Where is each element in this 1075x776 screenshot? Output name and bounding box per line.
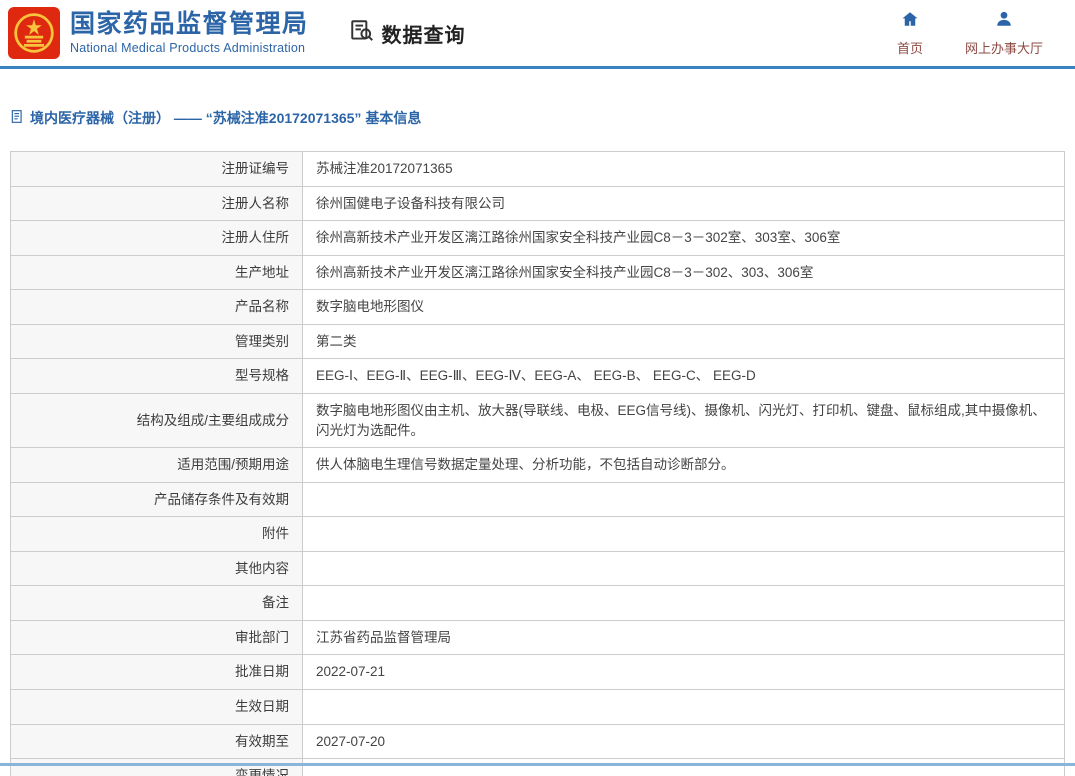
header-divider bbox=[0, 66, 1075, 69]
table-row: 附件 bbox=[10, 516, 1065, 552]
row-value: 江苏省药品监督管理局 bbox=[302, 619, 1065, 656]
table-row: 产品名称 数字脑电地形图仪 bbox=[10, 289, 1065, 325]
breadcrumb: 境内医疗器械（注册） —— “苏械注准20172071365” 基本信息 bbox=[10, 108, 1075, 128]
row-label: 适用范围/预期用途 bbox=[10, 447, 303, 483]
nmpa-emblem bbox=[8, 7, 60, 59]
row-value: 第二类 bbox=[302, 323, 1065, 360]
breadcrumb-text: 境内医疗器械（注册） —— “苏械注准20172071365” 基本信息 bbox=[30, 110, 422, 126]
table-row: 管理类别 第二类 bbox=[10, 323, 1065, 360]
org-name-cn: 国家药品监督管理局 bbox=[70, 9, 309, 38]
row-value: 2027-07-20 bbox=[302, 723, 1065, 760]
row-label: 附件 bbox=[10, 516, 303, 552]
table-row: 注册证编号 苏械注准20172071365 bbox=[10, 151, 1065, 187]
nav-home[interactable]: 首页 bbox=[897, 10, 923, 57]
table-row: 有效期至 2027-07-20 bbox=[10, 723, 1065, 760]
row-label: 备注 bbox=[10, 585, 303, 621]
document-icon bbox=[10, 109, 24, 127]
brand: 国家药品监督管理局 National Medical Products Admi… bbox=[8, 7, 309, 59]
row-label: 型号规格 bbox=[10, 358, 303, 394]
row-value bbox=[302, 550, 1065, 587]
doc-search-icon bbox=[349, 18, 375, 49]
row-value bbox=[302, 585, 1065, 621]
row-label: 注册证编号 bbox=[10, 151, 303, 187]
row-value: 供人体脑电生理信号数据定量处理、分析功能，不包括自动诊断部分。 bbox=[302, 447, 1065, 483]
table-row: 备注 bbox=[10, 585, 1065, 621]
row-label: 注册人住所 bbox=[10, 220, 303, 256]
info-table-body: 注册证编号 苏械注准20172071365 注册人名称 徐州国健电子设备科技有限公司注… bbox=[10, 151, 1065, 776]
table-row: 注册人名称 徐州国健电子设备科技有限公司 bbox=[10, 185, 1065, 222]
row-value: 徐州国健电子设备科技有限公司 bbox=[302, 185, 1065, 222]
table-row: 审批部门 江苏省药品监督管理局 bbox=[10, 619, 1065, 656]
table-row: 型号规格 EEG-Ⅰ、EEG-Ⅱ、EEG-Ⅲ、EEG-Ⅳ、EEG-A、 EEG-B… bbox=[10, 358, 1065, 394]
row-label: 变更情况 bbox=[10, 758, 303, 776]
row-value: 苏械注准20172071365 bbox=[302, 151, 1065, 187]
row-label: 有效期至 bbox=[10, 723, 303, 760]
row-value bbox=[302, 516, 1065, 552]
brand-text: 国家药品监督管理局 National Medical Products Admi… bbox=[70, 9, 309, 56]
table-row: 变更情况 bbox=[10, 758, 1065, 776]
row-value: 徐州高新技术产业开发区漓江路徐州国家安全科技产业园C8－3－302室、303室、… bbox=[302, 220, 1065, 256]
table-row: 批准日期 2022-07-21 bbox=[10, 654, 1065, 690]
table-row: 适用范围/预期用途 供人体脑电生理信号数据定量处理、分析功能，不包括自动诊断部分。 bbox=[10, 447, 1065, 483]
home-icon bbox=[901, 10, 919, 33]
row-value: 2022-07-21 bbox=[302, 654, 1065, 690]
section-title: 数据查询 bbox=[381, 24, 466, 47]
row-label: 生产地址 bbox=[10, 254, 303, 291]
user-icon bbox=[995, 10, 1013, 33]
row-value bbox=[302, 689, 1065, 725]
info-table: 注册证编号 苏械注准20172071365 注册人名称 徐州国健电子设备科技有限公司注… bbox=[10, 151, 1065, 776]
table-row: 生产地址 徐州高新技术产业开发区漓江路徐州国家安全科技产业园C8－3－302、30… bbox=[10, 254, 1065, 291]
row-value bbox=[302, 758, 1065, 776]
page: 国家药品监督管理局 National Medical Products Admi… bbox=[0, 0, 1075, 776]
row-value: 数字脑电地形图仪 bbox=[302, 289, 1065, 325]
row-label: 注册人名称 bbox=[10, 185, 303, 222]
nav-home-label: 首页 bbox=[896, 40, 923, 56]
nav-online-hall[interactable]: 网上办事大厅 bbox=[965, 10, 1043, 57]
row-value: 数字脑电地形图仪由主机、放大器(导联线、电极、EEG信号线)、摄像机、闪光灯、打… bbox=[302, 392, 1065, 449]
row-value: EEG-Ⅰ、EEG-Ⅱ、EEG-Ⅲ、EEG-Ⅳ、EEG-A、 EEG-B、 EE… bbox=[302, 358, 1065, 394]
top-nav: 首页 网上办事大厅 bbox=[897, 10, 1057, 57]
row-value: 徐州高新技术产业开发区漓江路徐州国家安全科技产业园C8－3－302、303、30… bbox=[302, 254, 1065, 291]
footer-divider bbox=[0, 763, 1075, 766]
row-label: 批准日期 bbox=[10, 654, 303, 690]
nav-online-hall-label: 网上办事大厅 bbox=[964, 40, 1043, 56]
table-row: 生效日期 bbox=[10, 689, 1065, 725]
row-label: 结构及组成/主要组成成分 bbox=[10, 392, 303, 449]
row-label: 管理类别 bbox=[10, 323, 303, 360]
org-name-en: National Medical Products Administration bbox=[70, 41, 306, 56]
table-row: 产品储存条件及有效期 bbox=[10, 481, 1065, 518]
table-row: 其他内容 bbox=[10, 550, 1065, 587]
row-label: 审批部门 bbox=[10, 619, 303, 656]
section-data-query: 数据查询 bbox=[349, 18, 466, 49]
row-label: 产品名称 bbox=[10, 289, 303, 325]
site-header: 国家药品监督管理局 National Medical Products Admi… bbox=[0, 0, 1075, 66]
row-label: 产品储存条件及有效期 bbox=[10, 481, 303, 518]
table-row: 结构及组成/主要组成成分 数字脑电地形图仪由主机、放大器(导联线、电极、EEG信号… bbox=[10, 392, 1065, 449]
row-label: 其他内容 bbox=[10, 550, 303, 587]
row-label: 生效日期 bbox=[10, 689, 303, 725]
table-row: 注册人住所 徐州高新技术产业开发区漓江路徐州国家安全科技产业园C8－3－302室、… bbox=[10, 220, 1065, 256]
row-value bbox=[302, 481, 1065, 518]
